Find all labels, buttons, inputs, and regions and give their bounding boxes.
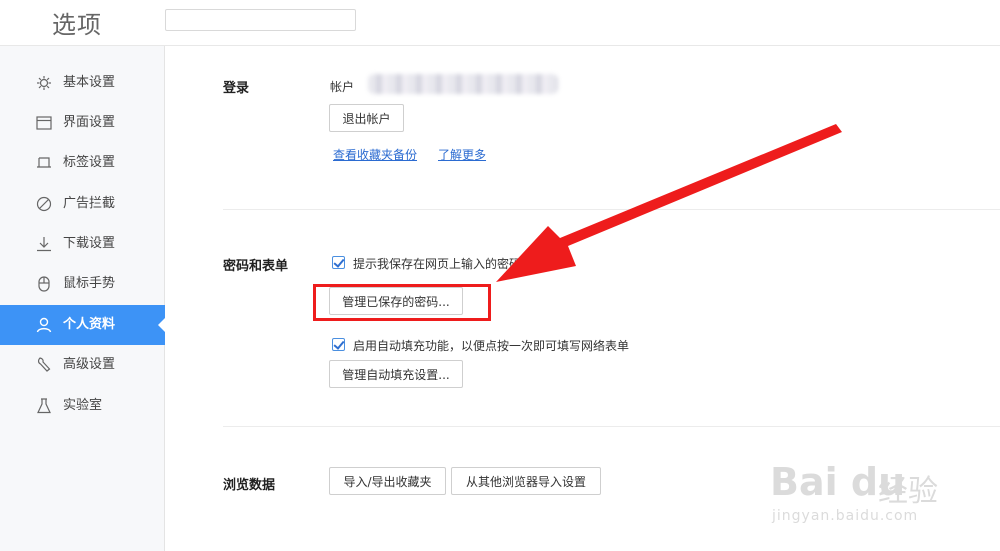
sidebar-item-label: 鼠标手势: [63, 276, 116, 291]
window-icon: [36, 116, 52, 130]
section-divider: [223, 426, 1000, 427]
section-divider: [223, 209, 1000, 210]
sidebar-item-lab[interactable]: 实验室: [0, 386, 165, 426]
watermark-cn: 经验: [878, 474, 938, 509]
page-title: 选项: [52, 11, 102, 39]
import-other-browser-button[interactable]: 从其他浏览器导入设置: [451, 467, 601, 495]
sidebar-item-download[interactable]: 下载设置: [0, 224, 165, 264]
save-password-label: 提示我保存在网页上输入的密码: [353, 257, 522, 271]
view-backup-link[interactable]: 查看收藏夹备份: [333, 146, 417, 163]
sidebar-item-profile[interactable]: 个人资料: [0, 305, 166, 345]
browsing-section-title: 浏览数据: [223, 478, 276, 493]
annotation-highlight-box: [313, 284, 491, 321]
sidebar-item-adblock[interactable]: 广告拦截: [0, 184, 165, 224]
sidebar-item-label: 标签设置: [63, 155, 116, 170]
learn-more-link[interactable]: 了解更多: [438, 146, 486, 163]
sidebar-item-gestures[interactable]: 鼠标手势: [0, 264, 165, 304]
search-input[interactable]: [165, 9, 356, 31]
flask-icon: [37, 398, 51, 414]
sidebar-item-label: 实验室: [63, 398, 103, 413]
passwords-section-title: 密码和表单: [223, 259, 289, 274]
logout-button[interactable]: 退出帐户: [329, 104, 404, 132]
mouse-icon: [38, 276, 50, 292]
sidebar-item-label: 高级设置: [63, 357, 116, 372]
account-value-blurred: [368, 74, 558, 94]
sidebar-item-tabs[interactable]: 标签设置: [0, 143, 165, 183]
autofill-label: 启用自动填充功能，以便点按一次即可填写网络表单: [353, 339, 630, 353]
manage-autofill-button[interactable]: 管理自动填充设置...: [329, 360, 463, 388]
tab-icon: [37, 157, 51, 168]
sidebar-item-label: 界面设置: [63, 115, 116, 130]
account-label: 帐户: [330, 80, 355, 94]
sidebar-item-interface[interactable]: 界面设置: [0, 103, 165, 143]
download-icon: [37, 237, 51, 252]
watermark-url: jingyan.baidu.com: [772, 508, 919, 524]
wrench-icon: [37, 357, 51, 372]
sidebar-item-advanced[interactable]: 高级设置: [0, 345, 165, 385]
autofill-checkbox[interactable]: [332, 338, 345, 351]
sidebar-item-label: 下载设置: [63, 236, 116, 251]
sidebar-item-label: 广告拦截: [63, 196, 116, 211]
sidebar: 基本设置 界面设置 标签设置 广告拦截 下载设置 鼠标手势 个人资料 高级设置 …: [0, 46, 166, 551]
import-export-bookmarks-button[interactable]: 导入/导出收藏夹: [329, 467, 446, 495]
gear-icon: [37, 76, 51, 90]
block-icon: [36, 196, 52, 212]
sidebar-item-basic[interactable]: 基本设置: [0, 63, 165, 103]
sidebar-item-label: 个人资料: [63, 317, 116, 332]
login-section-title: 登录: [223, 81, 250, 96]
user-icon: [36, 317, 52, 333]
baidu-watermark: Bai du 经验 jingyan.baidu.com: [770, 440, 990, 530]
save-password-checkbox[interactable]: [332, 256, 345, 269]
top-bar: 选项: [0, 0, 1000, 46]
sidebar-item-label: 基本设置: [63, 75, 116, 90]
